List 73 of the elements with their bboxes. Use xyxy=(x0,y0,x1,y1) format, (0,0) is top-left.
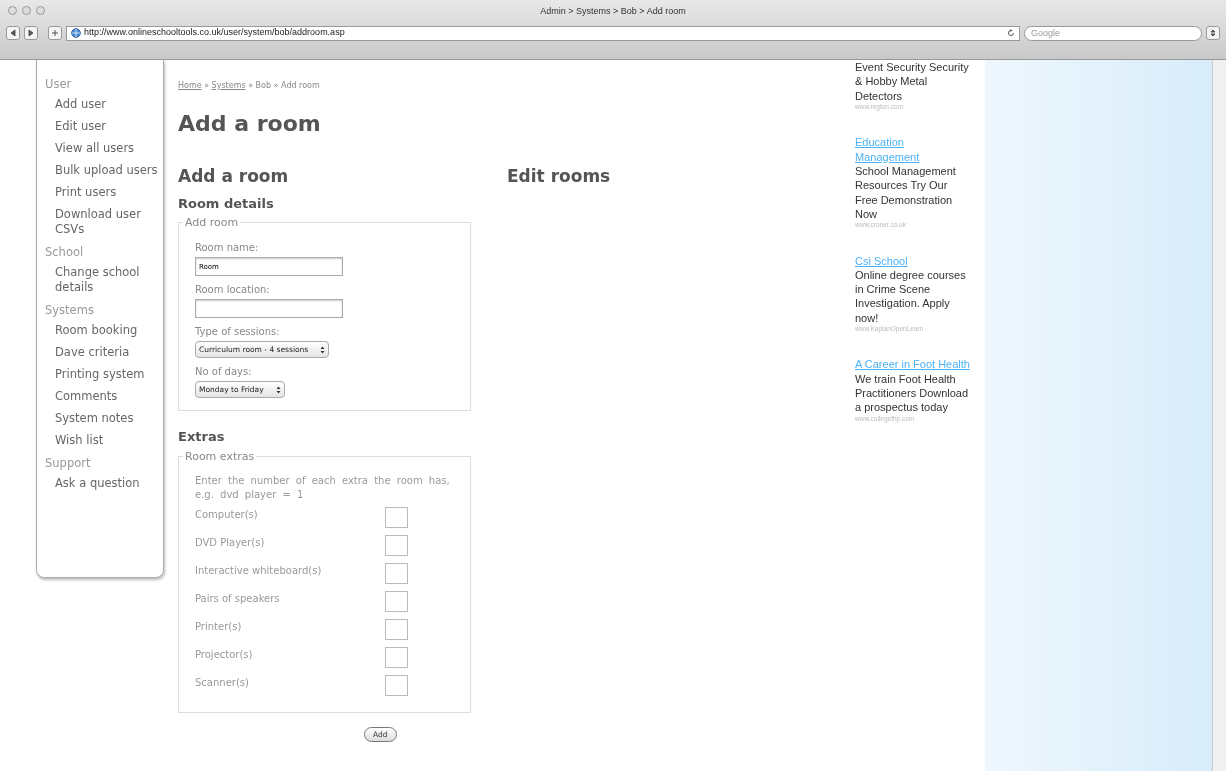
forward-button[interactable] xyxy=(24,26,38,40)
sidebar-link[interactable]: Comments xyxy=(55,389,159,404)
address-bar[interactable]: http://www.onlineschooltools.co.uk/user/system/bob/addroom.asp xyxy=(66,25,1020,41)
back-button[interactable] xyxy=(6,26,20,40)
field-label: Type of sessions: xyxy=(195,325,281,339)
globe-icon xyxy=(71,28,81,38)
updown-arrows-icon xyxy=(1209,29,1217,37)
forward-icon xyxy=(27,29,35,37)
field-label: Scanner(s) xyxy=(195,675,250,689)
sidebar-link[interactable]: Printing system xyxy=(55,367,159,382)
number-field[interactable] xyxy=(385,590,408,612)
breadcrumb-link[interactable]: Systems xyxy=(211,81,246,90)
fieldset-legend: Add room xyxy=(183,217,241,228)
sidebar-link[interactable]: Room booking xyxy=(55,323,159,339)
sidebar-link[interactable]: Ask a question xyxy=(55,476,159,491)
reload-icon[interactable] xyxy=(1007,28,1015,37)
number-field[interactable] xyxy=(385,506,408,528)
url-text: http://www.onlineschooltools.co.uk/user/system/bob/addroom.asp xyxy=(84,26,345,40)
plus-button[interactable] xyxy=(48,26,62,40)
sidebar-link[interactable]: System notes xyxy=(55,410,159,426)
sidebar-heading: Systems xyxy=(45,301,95,319)
back-icon xyxy=(9,29,17,37)
ad-text: School Management Resources Try Our Free Demonstration Now xyxy=(855,163,957,222)
window-title: Admin > Systems > Bob > Add room xyxy=(540,6,686,16)
instructions-text: Enter the number of each extra the room has, e.g. dvd player = 1 xyxy=(195,473,451,502)
breadcrumb-separator: » xyxy=(247,81,255,90)
field-label: Room location: xyxy=(195,283,271,297)
sidebar-link[interactable]: Edit user xyxy=(55,119,159,135)
sidebar-link[interactable]: Add user xyxy=(55,97,159,113)
breadcrumb-link[interactable]: Home xyxy=(178,81,202,90)
field-label: DVD Player(s) xyxy=(195,535,266,549)
breadcrumb-text: Bob xyxy=(255,81,272,90)
field-label: Pairs of speakers xyxy=(195,591,281,605)
sidebar-link[interactable]: Print users xyxy=(55,185,159,200)
breadcrumb-separator: » xyxy=(272,81,280,90)
sidebar-link[interactable]: Change school details xyxy=(55,265,159,295)
search-field[interactable]: Google xyxy=(1024,25,1202,41)
ad-text: Event Security Security & Hobby Metal Detectors xyxy=(855,60,970,103)
section-heading: Edit rooms xyxy=(507,165,611,188)
number-field[interactable] xyxy=(385,534,408,556)
breadcrumb-text: Add room xyxy=(281,81,320,90)
number-field[interactable] xyxy=(385,618,408,640)
field-label: Room name: xyxy=(195,241,260,255)
field-label: Projector(s) xyxy=(195,647,254,661)
sidebar-heading: Support xyxy=(45,454,92,472)
scrollbar[interactable] xyxy=(1212,60,1226,771)
stepper-arrows-icon xyxy=(275,385,281,394)
section-heading: Add a room xyxy=(178,165,290,188)
ad-text: Online degree courses in Crime Scene Investigation. Apply now! xyxy=(855,267,967,326)
sidebar-heading: User xyxy=(45,76,73,93)
sidebar-heading: School xyxy=(45,243,85,261)
subsection-heading: Room details xyxy=(178,194,275,213)
number-field[interactable] xyxy=(385,562,408,584)
field-label: Printer(s) xyxy=(195,619,243,633)
page-title: Add a room xyxy=(178,110,322,138)
sidebar-link[interactable]: View all users xyxy=(55,141,159,157)
fieldset-legend: Room extras xyxy=(183,450,257,462)
sidebar-link[interactable]: Download user CSVs xyxy=(55,206,159,237)
sidebar-link[interactable]: Dave criteria xyxy=(55,345,159,361)
number-field[interactable] xyxy=(385,674,408,696)
sidebar-link[interactable]: Wish list xyxy=(55,432,159,448)
text-field[interactable] xyxy=(195,299,343,318)
field-label: Computer(s) xyxy=(195,507,259,521)
field-label: Interactive whiteboard(s) xyxy=(195,563,323,577)
subsection-heading: Extras xyxy=(178,428,226,447)
number-field[interactable] xyxy=(385,646,408,668)
ad-text: We train Foot Health Practitioners Download a prospectus today xyxy=(855,371,970,415)
stepper-arrows-icon xyxy=(320,345,326,354)
updown-arrows-button[interactable] xyxy=(1206,26,1220,40)
breadcrumb-separator: » xyxy=(203,81,211,90)
field-label: No of days: xyxy=(195,365,253,380)
plus-icon xyxy=(51,29,59,37)
sidebar-link[interactable]: Bulk upload users xyxy=(55,163,159,178)
